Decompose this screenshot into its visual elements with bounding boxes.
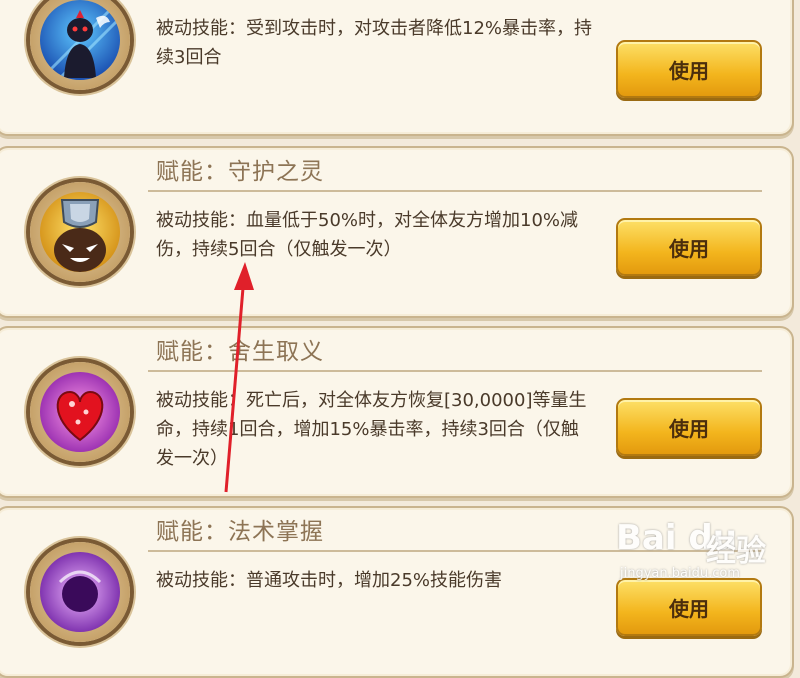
arrow-head [234,262,254,290]
annotation-arrow [224,262,254,493]
watermark: Bai du 经验 jingyan.baidu.com [606,512,786,592]
watermark-url: jingyan.baidu.com [620,566,740,581]
watermark-brand: 经验 [706,534,766,569]
arrow-shaft [224,287,245,493]
